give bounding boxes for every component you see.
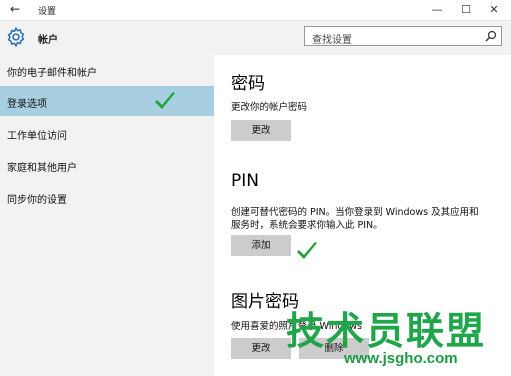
page-title: 帐户 [38,35,58,46]
sidebar-item-family-users[interactable]: 家庭和其他用户 [0,150,214,180]
close-button[interactable]: ✕ [487,3,501,17]
sidebar-item-label: 登录选项 [7,99,47,110]
pin-description-line1: 创建可替代密码的 PIN。当你登录到 Windows 及其应用和 [231,207,479,218]
window-title: 设置 [38,7,57,17]
picture-password-section-title: 图片密码 [231,292,299,312]
password-description: 更改你的帐户密码 [231,102,308,113]
checkmark-icon [297,242,317,259]
sidebar: 你的电子邮件和帐户 登录选项 工作单位访问 家庭和其他用户 同步你的设置 [0,55,214,376]
change-password-button[interactable]: 更改 [231,120,291,141]
add-pin-button[interactable]: 添加 [231,235,291,256]
sidebar-item-work-access[interactable]: 工作单位访问 [0,118,214,148]
sidebar-item-sign-in-options[interactable]: 登录选项 [0,86,214,116]
search-input[interactable]: 查找设置 [304,26,502,46]
maximize-button[interactable]: ☐ [459,3,473,17]
change-picture-password-button[interactable]: 更改 [231,338,291,359]
remove-picture-password-button[interactable]: 删除 [299,338,369,359]
settings-window: ← 设置 — ☐ ✕ 帐户 查找设置 你的电子邮件和帐户 登录选项 工作单位访问… [0,0,511,376]
sidebar-item-label: 工作单位访问 [7,131,67,142]
back-arrow-icon[interactable]: ← [8,2,22,16]
password-section-title: 密码 [231,74,265,94]
pin-section-title: PIN [231,171,259,191]
sidebar-item-label: 同步你的设置 [7,195,67,206]
sidebar-item-label: 家庭和其他用户 [7,163,77,174]
search-placeholder: 查找设置 [312,35,352,46]
title-bar: ← 设置 — ☐ ✕ [0,0,511,21]
checkmark-icon [155,92,175,109]
pin-description-line2: 服务时，系统会要求你输入此 PIN。 [231,220,383,231]
sidebar-item-label: 你的电子邮件和帐户 [7,68,97,79]
gear-icon [7,26,25,48]
picture-password-description: 使用喜爱的照片登录 Windows [231,321,362,332]
sidebar-item-email-accounts[interactable]: 你的电子邮件和帐户 [0,55,214,85]
search-icon[interactable] [485,30,497,42]
sidebar-item-sync-settings[interactable]: 同步你的设置 [0,182,214,212]
minimize-button[interactable]: — [430,3,444,17]
